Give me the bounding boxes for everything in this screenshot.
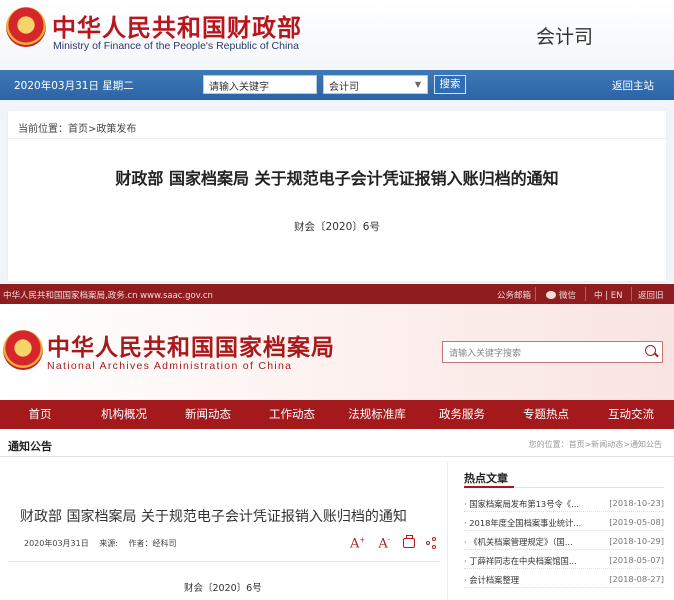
saac-site-title[interactable]: 中华人民共和国国家档案局 (47, 328, 335, 362)
font-decrease-icon[interactable]: A- (378, 536, 390, 551)
chevron-down-icon: ▼ (414, 80, 421, 89)
department-select[interactable]: 会计司 ▼ (323, 75, 428, 94)
hot-article-date: [2019-05-08] (609, 517, 664, 527)
publish-date: 2020年03月31日 (24, 539, 89, 548)
mof-toolbar: 2020年03月31日 星期二 请输入关键字 会计司 ▼ 搜索 返回主站 (0, 70, 674, 100)
top-utility-bar: 中华人民共和国国家档案局,政务.cn www.saac.gov.cn 公务邮箱 … (0, 284, 674, 304)
department-select-value: 会计司 (329, 82, 359, 93)
national-emblem-icon (6, 7, 46, 47)
language-switch[interactable]: 中 | EN (594, 289, 623, 301)
hot-article-item[interactable]: · 2018年度全国档案事业统计... [2019-05-08] (464, 513, 664, 531)
hot-article-item[interactable]: · 会计档案整理 [2018-08-27] (464, 570, 664, 588)
article-panel: 财政部 国家档案局 关于规范电子会计凭证报销入账归档的通知 2020年03月31… (0, 462, 448, 600)
hot-article-date: [2018-10-29] (609, 536, 664, 546)
hot-article-date: [2018-05-07] (609, 555, 664, 565)
return-main-site-link[interactable]: 返回主站 (612, 78, 654, 93)
hot-articles-title: 热点文章 (464, 472, 508, 485)
hot-article-title[interactable]: · 《机关档案管理规定》（国... (464, 536, 594, 548)
article-tools: A+ A- (350, 532, 438, 551)
search-input[interactable]: 请输入关键字搜索 (442, 341, 663, 363)
hot-article-title[interactable]: · 国家档案局发布第13号令《... (464, 498, 594, 510)
wechat-link[interactable]: 微信 (546, 289, 576, 301)
search-icon[interactable] (645, 345, 656, 356)
nav-item-regulations[interactable]: 法规标准库 (342, 400, 412, 429)
search-button[interactable]: 搜索 (434, 75, 466, 94)
mof-header: 中华人民共和国财政部 Ministry of Finance of the Pe… (0, 0, 674, 70)
site-url-text: 中华人民共和国国家档案局,政务.cn www.saac.gov.cn (3, 291, 213, 301)
saac-site-subtitle: National Archives Administration of Chin… (47, 360, 293, 372)
document-number: 财会〔2020〕6号 (294, 221, 380, 233)
section-title: 通知公告 (8, 440, 52, 453)
font-decrease-sign: - (387, 535, 391, 544)
font-decrease-glyph: A (378, 536, 388, 551)
department-name: 会计司 (536, 26, 594, 48)
wechat-label: 微信 (559, 291, 577, 301)
article-author: 作者：经科司 (128, 539, 177, 548)
nav-item-interaction[interactable]: 互动交流 (602, 400, 660, 429)
nav-item-hot-topics[interactable]: 专题热点 (518, 400, 574, 429)
official-mail-link[interactable]: 公务邮箱 (497, 289, 531, 301)
hot-article-date: [2018-10-23] (609, 498, 664, 508)
nav-item-gov-services[interactable]: 政务服务 (434, 400, 490, 429)
print-icon[interactable] (403, 535, 416, 548)
article-meta: 2020年03月31日 来源: 作者：经科司 (24, 538, 185, 549)
breadcrumb[interactable]: 当前位置：首页>政策发布 (18, 120, 136, 135)
document-number: 财会〔2020〕6号 (184, 583, 262, 594)
wechat-icon (546, 291, 556, 299)
saac-header: 中华人民共和国国家档案局 National Archives Administr… (0, 304, 674, 400)
divider (8, 138, 666, 139)
saac-page: 中华人民共和国国家档案局,政务.cn www.saac.gov.cn 公务邮箱 … (0, 284, 674, 600)
article-source: 来源: (99, 539, 118, 548)
article-card: 当前位置：首页>政策发布 财政部 国家档案局 关于规范电子会计凭证报销入账归档的… (8, 111, 666, 281)
current-date: 2020年03月31日 星期二 (14, 80, 134, 92)
search-placeholder: 请输入关键字搜索 (449, 349, 522, 359)
hot-article-item[interactable]: · 国家档案局发布第13号令《... [2018-10-23] (464, 494, 664, 512)
font-increase-icon[interactable]: A+ (350, 536, 365, 551)
divider (535, 287, 536, 301)
mof-site-subtitle: Ministry of Finance of the People's Repu… (53, 40, 299, 52)
section-header: 通知公告 您的位置：首页>新闻动态>通知公告 (0, 429, 674, 457)
share-icon[interactable] (426, 537, 438, 549)
main-nav: 首页 机构概况 新闻动态 工作动态 法规标准库 政务服务 专题热点 互动交流 (0, 400, 674, 429)
mof-page: 中华人民共和国财政部 Ministry of Finance of the Pe… (0, 0, 674, 284)
national-emblem-icon (3, 330, 43, 370)
divider (631, 287, 632, 301)
article-title: 财政部 国家档案局 关于规范电子会计凭证报销入账归档的通知 (115, 169, 559, 188)
hot-article-date: [2018-08-27] (609, 574, 664, 584)
mof-site-title[interactable]: 中华人民共和国财政部 (52, 8, 302, 43)
nav-item-news[interactable]: 新闻动态 (180, 400, 236, 429)
return-old-site-link[interactable]: 返回旧 (638, 289, 664, 301)
hot-article-title[interactable]: · 丁薛祥同志在中央档案馆国... (464, 555, 594, 567)
article-title: 财政部 国家档案局 关于规范电子会计凭证报销入账归档的通知 (20, 509, 407, 525)
font-increase-glyph: A (350, 536, 360, 551)
hot-article-title[interactable]: · 会计档案整理 (464, 574, 594, 586)
divider (8, 561, 440, 562)
divider (464, 486, 664, 488)
breadcrumb[interactable]: 您的位置：首页>新闻动态>通知公告 (529, 439, 662, 450)
font-increase-sign: + (359, 535, 366, 544)
hot-article-item[interactable]: · 丁薛祥同志在中央档案馆国... [2018-05-07] (464, 551, 664, 569)
nav-item-organization[interactable]: 机构概况 (96, 400, 152, 429)
hot-articles-panel: 热点文章 · 国家档案局发布第13号令《... [2018-10-23] · 2… (464, 462, 664, 600)
search-input[interactable]: 请输入关键字 (203, 75, 317, 94)
divider (585, 287, 586, 301)
hot-article-title[interactable]: · 2018年度全国档案事业统计... (464, 517, 594, 529)
hot-article-item[interactable]: · 《机关档案管理规定》（国... [2018-10-29] (464, 532, 664, 550)
nav-item-work-updates[interactable]: 工作动态 (264, 400, 320, 429)
nav-item-home[interactable]: 首页 (20, 400, 60, 429)
